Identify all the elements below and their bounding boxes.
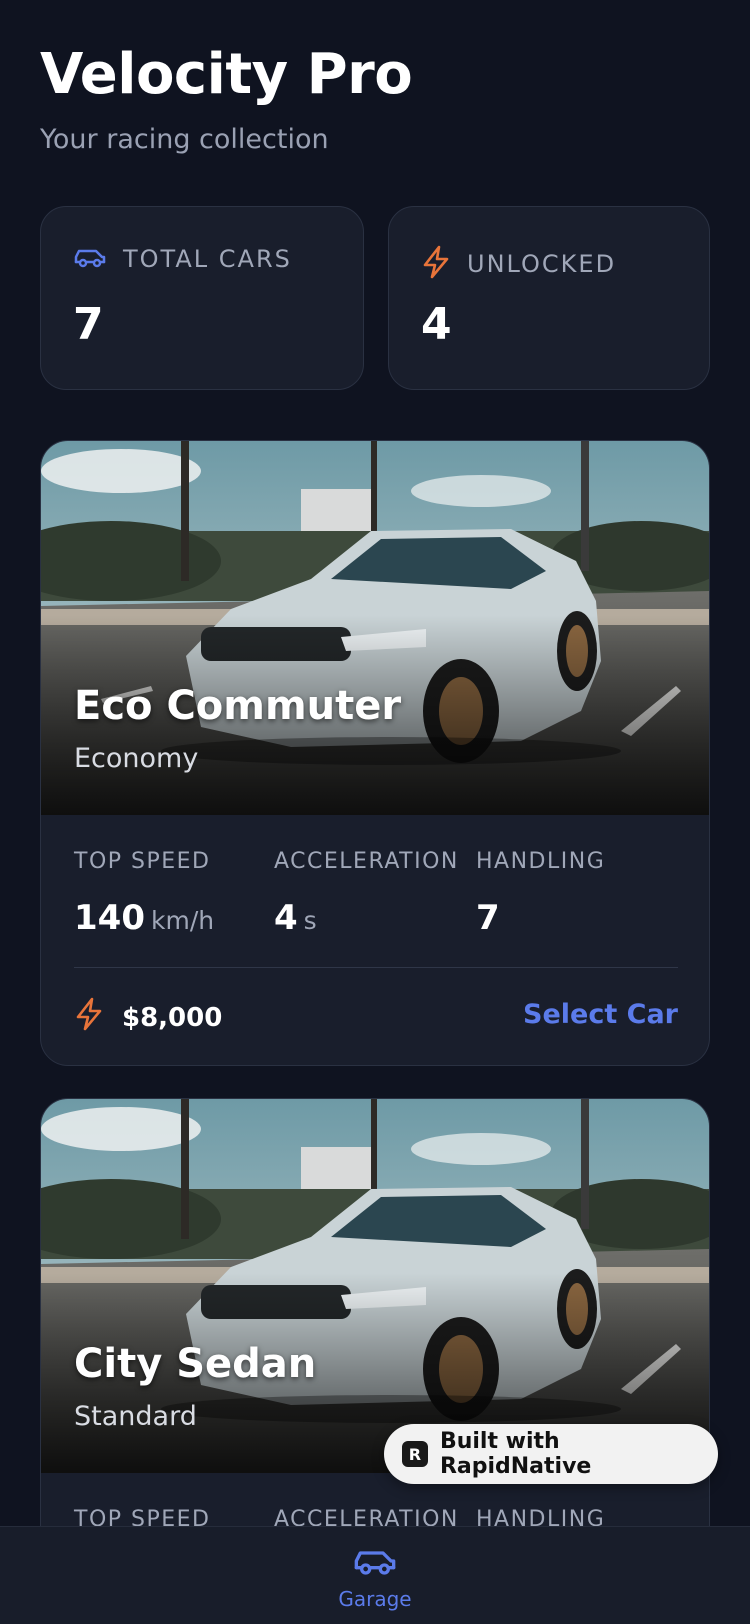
- acceleration-label: ACCELERATION: [274, 849, 459, 874]
- unlocked-value: 4: [421, 299, 452, 350]
- price-row: $8,000 Select Car: [74, 997, 678, 1041]
- built-with-badge[interactable]: R Built with RapidNative: [384, 1424, 718, 1484]
- tab-garage[interactable]: Garage: [320, 1545, 430, 1611]
- tab-garage-label: Garage: [338, 1587, 412, 1611]
- select-car-button[interactable]: Select Car: [523, 999, 678, 1030]
- car-name: City Sedan: [74, 1341, 317, 1387]
- page-title: Velocity Pro: [40, 42, 413, 107]
- divider: [74, 967, 678, 968]
- car-icon: [73, 245, 107, 273]
- car-icon: [352, 1545, 398, 1581]
- total-cars-label: TOTAL CARS: [123, 245, 292, 273]
- total-cars-value: 7: [73, 299, 104, 350]
- rapidnative-logo-icon: R: [402, 1441, 428, 1467]
- total-cars-card: TOTAL CARS 7: [40, 206, 364, 390]
- top-speed-stat: TOP SPEED 140 km/h: [74, 849, 214, 938]
- acceleration-value: 4: [274, 898, 298, 938]
- bolt-icon: [74, 997, 104, 1035]
- bolt-icon: [421, 245, 451, 283]
- handling-label: HANDLING: [476, 849, 606, 874]
- car-price: $8,000: [122, 1003, 223, 1033]
- badge-text: Built with RapidNative: [439, 1429, 592, 1479]
- top-speed-unit: km/h: [150, 906, 215, 935]
- car-class: Economy: [74, 743, 199, 774]
- unlocked-label: UNLOCKED: [467, 250, 617, 278]
- acceleration-stat: ACCELERATION 4s: [274, 849, 459, 938]
- page-subtitle: Your racing collection: [40, 124, 329, 155]
- car-name: Eco Commuter: [74, 683, 402, 729]
- top-speed-value: 140: [74, 898, 145, 938]
- car-class: Standard: [74, 1401, 197, 1432]
- handling-stat: HANDLING 7: [476, 849, 605, 938]
- bottom-tab-bar: Garage: [0, 1526, 750, 1624]
- top-speed-label: TOP SPEED: [74, 849, 211, 874]
- acceleration-unit: s: [303, 906, 317, 935]
- car-card[interactable]: Eco Commuter Economy TOP SPEED 140 km/h A…: [40, 440, 710, 1066]
- unlocked-card: UNLOCKED 4: [388, 206, 710, 390]
- handling-value: 7: [476, 898, 500, 938]
